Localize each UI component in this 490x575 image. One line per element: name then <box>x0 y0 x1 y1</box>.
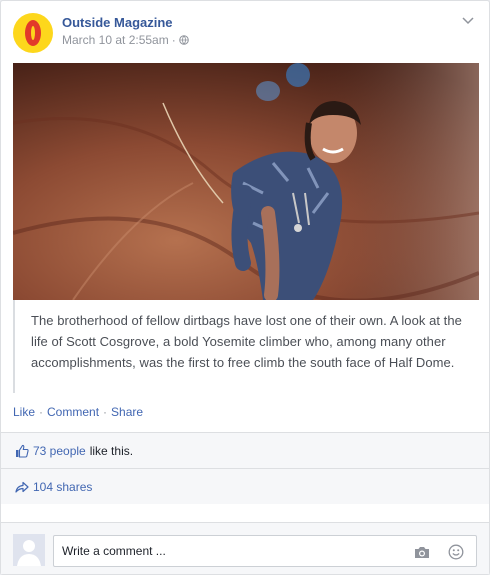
viewer-avatar[interactable] <box>13 534 45 566</box>
like-link[interactable]: Like <box>13 405 35 419</box>
meta-separator: · <box>171 33 176 47</box>
shares-row: 104 shares <box>1 468 489 504</box>
share-arrow-icon <box>15 481 29 493</box>
post-header: Outside Magazine March 10 at 2:55am · <box>13 11 477 57</box>
comment-input[interactable]: Write a comment ... <box>53 535 477 567</box>
chevron-down-icon[interactable] <box>461 15 475 27</box>
outside-logo-icon <box>25 20 41 46</box>
page-avatar[interactable] <box>13 13 53 53</box>
likes-suffix: like this. <box>89 443 134 458</box>
post-meta: March 10 at 2:55am · <box>62 33 189 47</box>
action-separator: · <box>103 405 108 419</box>
default-avatar-icon <box>13 534 45 566</box>
post-timestamp[interactable]: March 10 at 2:55am <box>62 33 169 47</box>
link-caption-box[interactable]: The brotherhood of fellow dirtbags have … <box>13 300 479 393</box>
post-actions: Like · Comment · Share <box>13 405 143 419</box>
post-photo[interactable] <box>13 63 479 300</box>
camera-icon[interactable] <box>414 545 430 559</box>
climber-photo-illustration <box>13 63 479 300</box>
post-caption: The brotherhood of fellow dirtbags have … <box>31 313 462 370</box>
likes-row: 73 people like this. <box>1 432 489 468</box>
thumbs-up-icon <box>16 444 29 458</box>
likes-count-link[interactable]: 73 people <box>33 444 86 458</box>
globe-icon[interactable] <box>178 35 189 45</box>
share-link[interactable]: Share <box>111 405 143 419</box>
smiley-icon[interactable] <box>448 544 464 560</box>
shares-count-link[interactable]: 104 shares <box>33 480 92 494</box>
comment-placeholder: Write a comment ... <box>62 544 166 558</box>
page-name-link[interactable]: Outside Magazine <box>62 15 173 30</box>
comment-area: Write a comment ... <box>1 522 489 574</box>
action-separator: · <box>39 405 44 419</box>
post-card: Outside Magazine March 10 at 2:55am · Th… <box>0 0 490 575</box>
comment-link[interactable]: Comment <box>47 405 99 419</box>
